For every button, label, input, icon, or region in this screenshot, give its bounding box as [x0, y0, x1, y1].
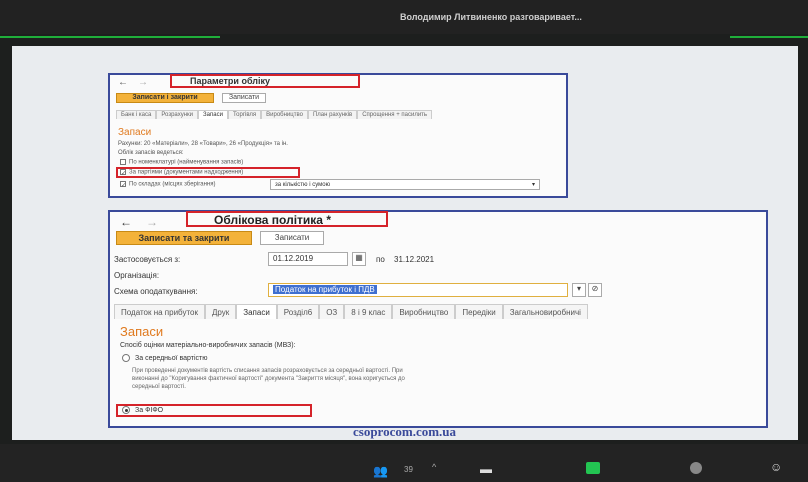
- section-title: Запаси: [118, 127, 152, 138]
- calendar-icon[interactable]: ▦: [352, 252, 366, 266]
- option-label: По складах (місцях зберігання): [129, 181, 216, 188]
- checkbox[interactable]: [120, 159, 126, 165]
- tabs: Банк і каса Розрахунки Запаси Торгівля В…: [116, 110, 433, 119]
- speaker-label: Володимир Литвиненко разговаривает...: [400, 12, 582, 22]
- save-button[interactable]: Записати: [260, 231, 324, 245]
- select-value: за кількістю і сумою: [275, 182, 331, 188]
- participants-icon[interactable]: 👥: [373, 464, 388, 478]
- watermark: csoprocom.com.ua: [353, 424, 457, 439]
- option-label: За партіями (документами надходження): [129, 169, 244, 176]
- date-value: 01.12.2019: [273, 254, 314, 263]
- tab[interactable]: Виробництво: [392, 304, 456, 319]
- accounting-by-label: Облік запасів ведеться:: [118, 150, 184, 156]
- chat-icon[interactable]: ▬: [480, 462, 492, 476]
- chevron-down-icon[interactable]: ▾: [532, 181, 535, 189]
- tab[interactable]: Запаси: [198, 110, 228, 119]
- accounting-select[interactable]: за кількістю і сумою ▾: [270, 179, 540, 190]
- forward-arrow-icon[interactable]: →: [146, 215, 158, 229]
- open-link-icon[interactable]: ⊘: [588, 283, 602, 297]
- applies-from-label: Застосовується з:: [114, 255, 181, 264]
- option-nomenclature[interactable]: По номенклатурі (найменування запасів): [120, 159, 243, 166]
- green-line: [0, 36, 220, 38]
- average-description: При проведенні документів вартість списа…: [132, 368, 405, 390]
- checkbox[interactable]: ✓: [120, 181, 126, 189]
- participants-count: 39: [404, 465, 413, 474]
- tab[interactable]: 8 і 9 клас: [344, 304, 393, 319]
- green-line: [730, 36, 808, 38]
- tab[interactable]: Загальновиробничі: [502, 304, 588, 319]
- radio[interactable]: [122, 406, 130, 414]
- save-close-button[interactable]: Записати та закрити: [116, 231, 252, 245]
- share-screen-icon[interactable]: [586, 462, 600, 474]
- meeting-toolbar: 👥 39 ^ ▬ ☺: [0, 444, 808, 482]
- date-to-label: по: [376, 255, 385, 264]
- back-arrow-icon[interactable]: ←: [120, 215, 132, 229]
- radio[interactable]: [122, 354, 130, 362]
- tab[interactable]: Розділ6: [276, 304, 320, 319]
- tab[interactable]: Спрощення + пасилить: [357, 110, 433, 119]
- accounts-text: Рахунки: 20 «Матеріали», 28 «Товари», 26…: [118, 141, 288, 147]
- date-from-field[interactable]: 01.12.2019: [268, 252, 348, 266]
- accounting-params-panel: ← → Параметри обліку Записати і закрити …: [108, 73, 568, 198]
- organization-label: Організація:: [114, 271, 160, 280]
- reactions-icon[interactable]: ☺: [770, 460, 782, 474]
- tab[interactable]: Податок на прибуток: [114, 304, 205, 319]
- tab[interactable]: Передіки: [455, 304, 503, 319]
- option-warehouses[interactable]: ✓ По складах (місцях зберігання): [120, 181, 216, 189]
- tax-scheme-value: Податок на прибуток і ПДВ: [273, 285, 377, 294]
- page-title: Параметри обліку: [190, 76, 271, 86]
- tab[interactable]: Виробництво: [261, 110, 308, 119]
- option-label: За середньої вартістю: [135, 354, 208, 362]
- record-icon[interactable]: [690, 462, 702, 474]
- option-label: За ФІФО: [135, 406, 164, 414]
- chevron-up-icon[interactable]: ^: [432, 462, 436, 472]
- screen: Володимир Литвиненко разговаривает... ← …: [0, 0, 808, 482]
- tax-scheme-field[interactable]: Податок на прибуток і ПДВ: [268, 283, 568, 297]
- tab[interactable]: Розрахунки: [156, 110, 199, 119]
- save-close-button[interactable]: Записати і закрити: [116, 93, 214, 103]
- tax-scheme-label: Схема оподаткування:: [114, 287, 198, 296]
- checkbox[interactable]: ✓: [120, 169, 126, 177]
- option-label: По номенклатурі (найменування запасів): [129, 159, 244, 166]
- accounting-policy-panel: ← → Облікова політика * Записати та закр…: [108, 210, 768, 428]
- top-bar: Володимир Литвиненко разговаривает...: [0, 0, 808, 34]
- tab[interactable]: Запаси: [236, 304, 277, 319]
- forward-arrow-icon[interactable]: →: [138, 77, 148, 88]
- option-fifo[interactable]: За ФІФО: [122, 406, 163, 414]
- tab[interactable]: ОЗ: [319, 304, 345, 319]
- section-title: Запаси: [120, 324, 164, 339]
- valuation-method-label: Спосіб оцінки матеріально-виробничих зап…: [120, 342, 296, 349]
- option-average[interactable]: За середньої вартістю: [122, 354, 207, 362]
- tab[interactable]: Друк: [204, 304, 237, 319]
- tabs: Податок на прибуток Друк Запаси Розділ6 …: [114, 304, 588, 319]
- tab[interactable]: План рахунків: [307, 110, 358, 119]
- back-arrow-icon[interactable]: ←: [118, 77, 128, 88]
- date-to-value: 31.12.2021: [394, 255, 435, 264]
- chevron-down-icon[interactable]: ▾: [572, 283, 586, 297]
- page-title: Облікова політика *: [214, 213, 331, 227]
- save-button[interactable]: Записати: [222, 93, 266, 103]
- option-batches[interactable]: ✓ За партіями (документами надходження): [120, 169, 244, 177]
- tab[interactable]: Банк і каса: [116, 110, 157, 119]
- tab[interactable]: Торгівля: [227, 110, 262, 119]
